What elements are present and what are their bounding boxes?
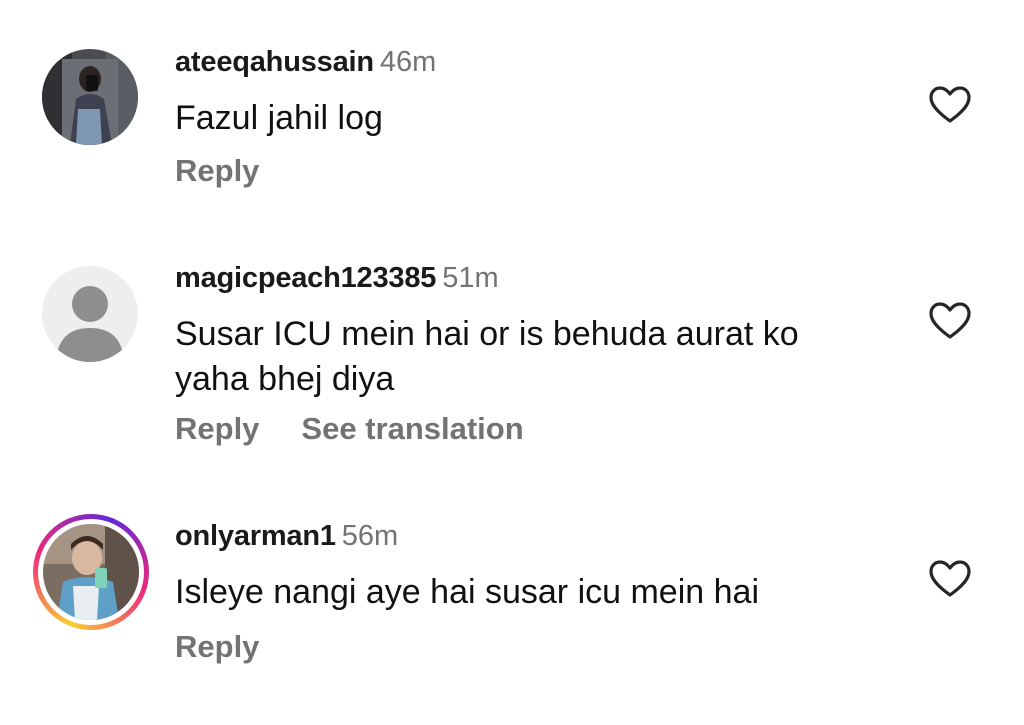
reply-button[interactable]: Reply — [175, 411, 259, 446]
avatar — [43, 524, 139, 620]
reply-button[interactable]: Reply — [175, 153, 259, 188]
comment-timestamp: 56m — [341, 520, 399, 552]
comment-text: Susar ICU mein hai or is behuda aurat ko… — [175, 315, 799, 398]
see-translation-button[interactable]: See translation — [301, 411, 523, 446]
comment-timestamp: 51m — [442, 262, 499, 294]
comment-username[interactable]: onlyarman1 — [175, 520, 336, 552]
reply-button[interactable]: Reply — [175, 629, 259, 664]
person-icon — [42, 266, 138, 362]
avatar[interactable] — [42, 266, 138, 362]
like-button[interactable] — [928, 559, 972, 599]
comment-username[interactable]: magicpeach123385 — [175, 262, 436, 294]
story-ring[interactable] — [33, 514, 149, 630]
avatar-photo — [42, 49, 138, 145]
like-button[interactable] — [928, 301, 972, 341]
comment-text: Isleye nangi aye hai susar icu mein hai — [175, 573, 759, 611]
comment-timestamp: 46m — [379, 46, 437, 78]
comment-text: Fazul jahil log — [175, 99, 383, 137]
avatar-photo — [43, 524, 139, 620]
heart-outline-icon — [929, 302, 971, 339]
heart-outline-icon — [929, 86, 971, 123]
comment-username[interactable]: ateeqahussain — [175, 46, 374, 78]
avatar[interactable] — [42, 49, 138, 145]
like-button[interactable] — [928, 85, 972, 125]
heart-outline-icon — [929, 560, 971, 597]
